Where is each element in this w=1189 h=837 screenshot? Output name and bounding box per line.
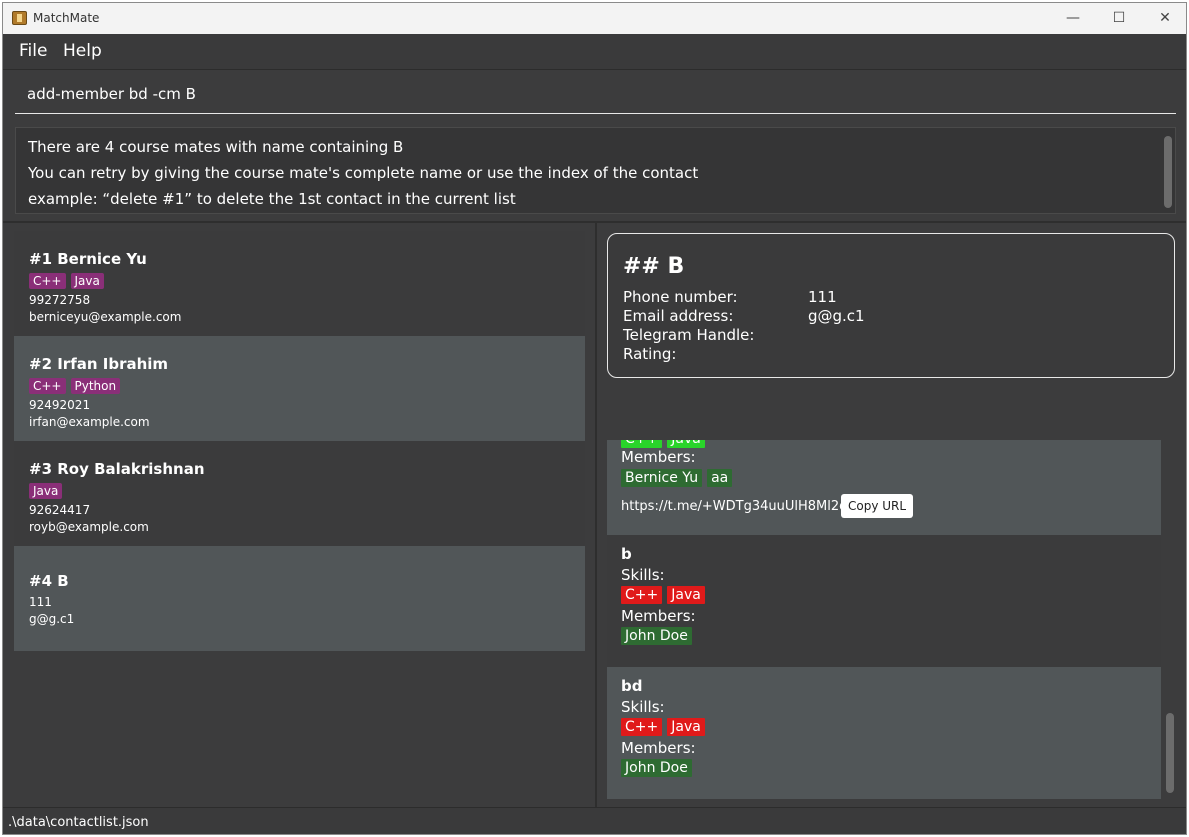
person-phone: 111 — [29, 595, 52, 609]
result-line: You can retry by giving the course mate'… — [28, 164, 699, 182]
team-name: bd — [621, 677, 643, 695]
person-card[interactable]: #3 Roy Balakrishnan Java 92624417 royb@e… — [14, 441, 585, 546]
divider — [595, 223, 597, 807]
team-skills: C++ Java — [621, 586, 705, 604]
team-name: b — [621, 545, 632, 563]
detail-value-phone: 111 — [808, 288, 837, 306]
app-window: MatchMate — ☐ ✕ File Help There are 4 co… — [2, 2, 1187, 835]
skill-tag: Python — [70, 378, 121, 394]
skill-tag: C++ — [29, 378, 66, 394]
member-tag: aa — [707, 469, 733, 487]
person-detail-card: ## B Phone number: 111 Email address: g@… — [607, 233, 1175, 378]
team-card[interactable]: b Skills: C++ Java Members: John Doe — [607, 535, 1161, 667]
person-card[interactable]: #2 Irfan Ibrahim C++ Python 92492021 irf… — [14, 336, 585, 441]
person-email: royb@example.com — [29, 520, 149, 534]
title-bar: MatchMate — ☐ ✕ — [3, 3, 1186, 34]
menu-help[interactable]: Help — [63, 41, 102, 61]
member-tag: John Doe — [621, 759, 692, 777]
result-scrollbar[interactable] — [1164, 136, 1172, 208]
person-email: g@g.c1 — [29, 612, 75, 626]
menu-bar: File Help — [3, 34, 1186, 70]
detail-label-phone: Phone number: — [623, 288, 738, 306]
person-phone: 92624417 — [29, 503, 91, 517]
detail-title: ## B — [623, 254, 685, 279]
person-name: #1 Bernice Yu — [29, 250, 147, 268]
app-icon — [12, 11, 27, 25]
team-members-label: Members: — [621, 607, 696, 625]
save-location: .\data\contactlist.json — [8, 815, 149, 830]
team-members: John Doe — [621, 627, 692, 645]
person-name: #2 Irfan Ibrahim — [29, 355, 169, 373]
person-phone: 99272758 — [29, 293, 91, 307]
person-tags: C++ Python — [29, 378, 121, 394]
person-tags: C++ Java — [29, 273, 104, 289]
person-card[interactable]: #1 Bernice Yu C++ Java 99272758 bernicey… — [14, 231, 585, 336]
team-card[interactable]: C++ Java Members: Bernice Yu aa https://… — [607, 440, 1161, 535]
skill-tag: C++ — [29, 273, 66, 289]
skill-tag: C++ — [621, 718, 663, 736]
command-input[interactable] — [27, 85, 1127, 103]
team-list: C++ Java Members: Bernice Yu aa https://… — [607, 440, 1161, 799]
window-title: MatchMate — [33, 11, 100, 25]
result-line: There are 4 course mates with name conta… — [28, 138, 404, 156]
team-skills: C++ Java — [621, 440, 705, 448]
person-email: irfan@example.com — [29, 415, 150, 429]
menu-file[interactable]: File — [19, 41, 47, 61]
status-bar: .\data\contactlist.json — [3, 807, 1186, 834]
detail-label-email: Email address: — [623, 307, 734, 325]
skill-tag: Java — [667, 586, 705, 604]
person-name: #4 B — [29, 572, 69, 590]
person-phone: 92492021 — [29, 398, 91, 412]
maximize-icon[interactable]: ☐ — [1096, 3, 1142, 34]
command-box — [15, 79, 1176, 114]
team-url: https://t.me/+WDTg34uuUlH8Ml2d — [621, 499, 848, 514]
skill-tag: Java — [29, 483, 63, 499]
skill-tag: C++ — [621, 586, 663, 604]
minimize-icon[interactable]: — — [1050, 3, 1096, 34]
skill-tag: Java — [667, 440, 705, 448]
person-tags: Java — [29, 483, 63, 499]
person-card[interactable]: #4 B 111 g@g.c1 — [14, 546, 585, 651]
team-skills: C++ Java — [621, 718, 705, 736]
person-email: berniceyu@example.com — [29, 310, 182, 324]
member-tag: John Doe — [621, 627, 692, 645]
skill-tag: Java — [667, 718, 705, 736]
team-members: John Doe — [621, 759, 692, 777]
team-members: Bernice Yu aa — [621, 469, 733, 487]
close-icon[interactable]: ✕ — [1142, 3, 1186, 34]
result-line: example: “delete #1” to delete the 1st c… — [28, 190, 516, 208]
detail-label-rating: Rating: — [623, 345, 677, 363]
person-name: #3 Roy Balakrishnan — [29, 460, 205, 478]
person-list: #1 Bernice Yu C++ Java 99272758 bernicey… — [14, 231, 585, 652]
team-scrollbar[interactable] — [1166, 713, 1174, 793]
skill-tag: Java — [70, 273, 104, 289]
detail-value-email: g@g.c1 — [808, 307, 865, 325]
result-display: There are 4 course mates with name conta… — [15, 127, 1176, 214]
team-skills-label: Skills: — [621, 698, 665, 716]
team-members-label: Members: — [621, 448, 696, 466]
detail-label-telegram: Telegram Handle: — [623, 326, 755, 344]
member-tag: Bernice Yu — [621, 469, 703, 487]
skill-tag: C++ — [621, 440, 663, 448]
team-card[interactable]: bd Skills: C++ Java Members: John Doe — [607, 667, 1161, 799]
copy-url-button[interactable]: Copy URL — [841, 494, 914, 518]
team-members-label: Members: — [621, 739, 696, 757]
team-skills-label: Skills: — [621, 566, 665, 584]
